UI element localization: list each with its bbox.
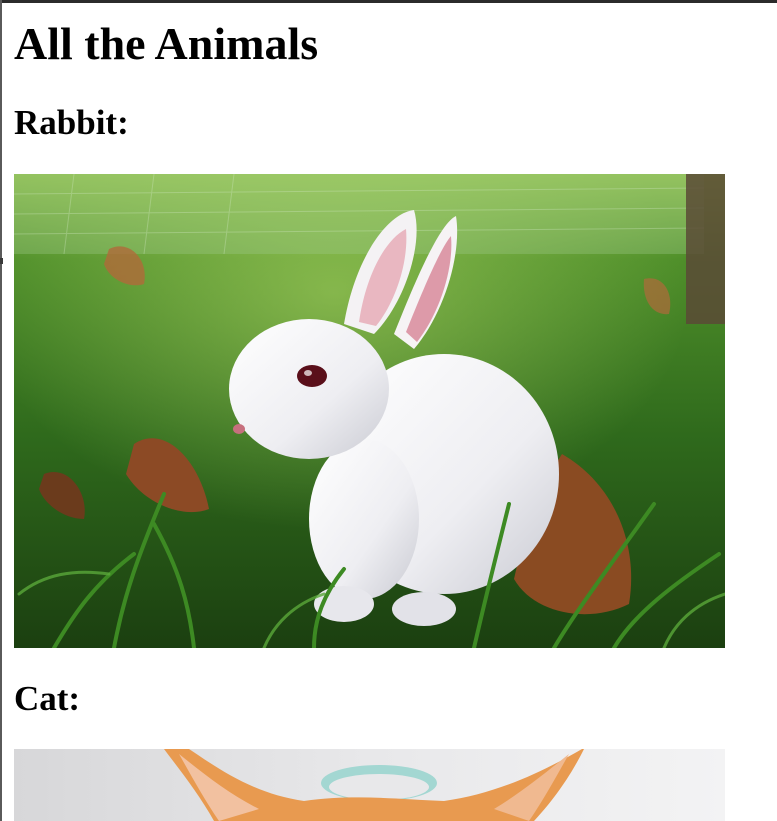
rabbit-photo [14,174,725,648]
page-title: All the Animals [14,18,319,69]
cat-photo [14,749,725,821]
window-top-border [0,0,777,3]
browser-viewport: All the Animals Rabbit: Cat: [0,0,777,821]
window-left-border [0,0,2,821]
cat-heading: Cat: [14,679,81,718]
scroll-edge-marker [0,258,3,264]
rabbit-heading: Rabbit: [14,103,129,142]
